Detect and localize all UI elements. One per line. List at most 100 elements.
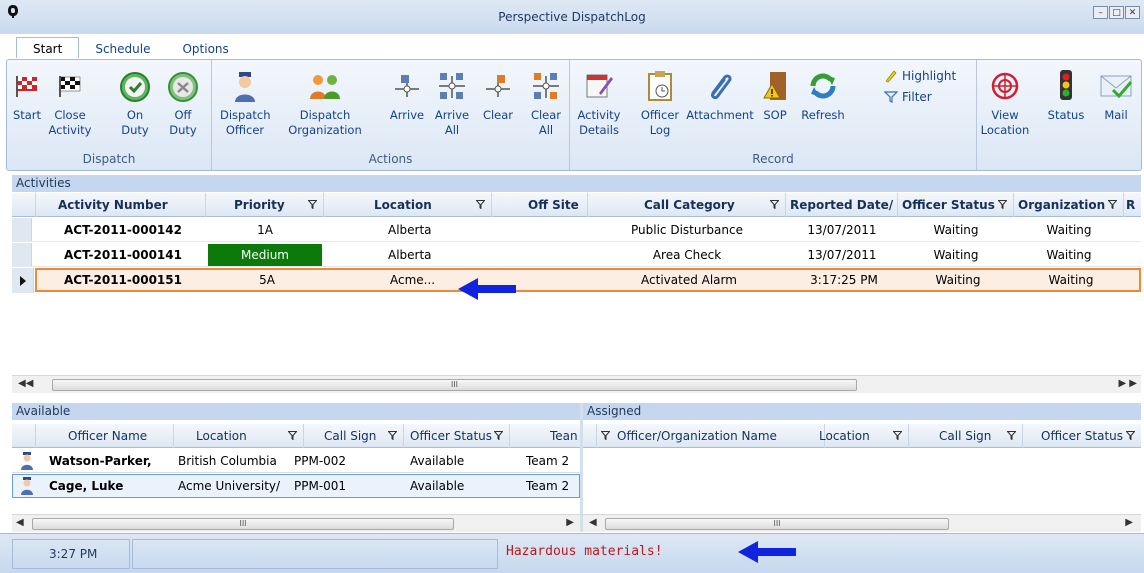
maximize-button[interactable]: □ — [1109, 6, 1124, 19]
arrive-all-icon — [432, 66, 472, 106]
col-location[interactable]: Location — [324, 193, 492, 217]
col-off-site[interactable]: Off Site — [492, 193, 588, 217]
attachment-button[interactable]: Attachment — [684, 66, 756, 123]
clear-icon — [478, 66, 518, 106]
on-duty-button[interactable]: On Duty — [117, 66, 153, 138]
activities-scroll-thumb[interactable]: III — [52, 379, 857, 391]
tab-schedule[interactable]: Schedule — [79, 40, 166, 58]
avail-location-filter-icon[interactable] — [288, 431, 297, 440]
highlighter-icon — [885, 70, 897, 83]
officer-log-label: Officer Log — [640, 108, 680, 137]
sop-button[interactable]: SOP — [758, 66, 792, 123]
title-bar: Perspective DispatchLog – □ ✕ — [0, 0, 1144, 34]
activities-hscroll[interactable]: ◀◀ III ▶ ▶ — [12, 375, 1141, 393]
activity-row[interactable]: ACT-2011-000142 1A Alberta Public Distur… — [12, 218, 1141, 242]
panel-splitter[interactable] — [580, 403, 583, 532]
col-avail-officer-status[interactable]: Officer Status — [404, 424, 510, 448]
col-activity-number[interactable]: Activity Number — [36, 193, 206, 217]
record-group-label: Record — [752, 152, 794, 166]
col-assigned-location[interactable]: Location — [793, 424, 909, 448]
row-selector-header — [12, 193, 36, 217]
scroll-left-icon[interactable]: ◀ — [16, 517, 24, 528]
col-call-category[interactable]: Call Category — [588, 193, 786, 217]
assigned-call-sign-filter-icon[interactable] — [1007, 431, 1016, 440]
organization-filter-icon[interactable] — [1108, 200, 1117, 209]
col-officer-org-name[interactable]: Officer/Organization Name — [597, 424, 825, 448]
scroll-left-icon[interactable]: ◀ — [589, 517, 597, 528]
status-button[interactable]: Status — [1041, 66, 1091, 123]
avail-status-filter-icon[interactable] — [494, 431, 503, 440]
officer-status: Waiting — [935, 273, 981, 287]
row-selector-current[interactable] — [12, 268, 34, 293]
mail-button[interactable]: Mail — [1095, 66, 1137, 123]
col-team[interactable]: Tean — [510, 424, 580, 448]
scroll-last-icon[interactable]: ▶ ▶ — [1118, 378, 1137, 389]
actions-group: Dispatch Officer Dispatch Organization A… — [212, 60, 570, 170]
assigned-hscroll[interactable]: ◀ III ▶ — [583, 514, 1141, 532]
officer-row-selected[interactable]: Cage, Luke Acme University/ PPM-001 Avai… — [12, 474, 580, 498]
col-assigned-location-label: Location — [819, 429, 870, 443]
refresh-icon — [794, 66, 852, 106]
col-assigned-officer-status[interactable]: Officer Status — [1023, 424, 1141, 448]
assigned-status-filter-icon[interactable] — [1126, 431, 1135, 440]
available-scroll-thumb[interactable]: III — [32, 518, 454, 530]
clear-all-label: Clear All — [530, 108, 562, 137]
call-sign-filter-icon[interactable] — [388, 431, 397, 440]
clear-all-button[interactable]: Clear All — [526, 66, 566, 138]
name-filter-icon[interactable] — [601, 431, 610, 440]
arrive-all-label: Arrive All — [434, 108, 470, 137]
col-assigned-call-sign[interactable]: Call Sign — [909, 424, 1023, 448]
clock-green-icon — [117, 66, 153, 106]
officer-status: Waiting — [933, 248, 979, 262]
officer-status-filter-icon[interactable] — [998, 200, 1007, 209]
activity-row-selected[interactable]: ACT-2011-000151 5A Acme... Activated Ala… — [35, 268, 1141, 292]
dispatch-officer-button[interactable]: Dispatch Officer — [220, 66, 271, 138]
activity-details-button[interactable]: Activity Details — [576, 66, 622, 138]
col-call-sign[interactable]: Call Sign — [304, 424, 404, 448]
col-avail-location[interactable]: Location — [174, 424, 304, 448]
minimize-button[interactable]: – — [1093, 6, 1108, 19]
scroll-right-icon[interactable]: ▶ — [1125, 517, 1133, 528]
row-selector[interactable] — [12, 218, 32, 241]
available-section-header: Available — [12, 403, 580, 420]
start-button[interactable]: Start — [11, 66, 43, 123]
col-organization[interactable]: Organization — [1014, 193, 1124, 217]
col-officer-status[interactable]: Officer Status — [898, 193, 1014, 217]
filter-button[interactable]: Filter — [884, 90, 932, 104]
available-hscroll[interactable]: ◀ III ▶ — [12, 514, 580, 532]
col-officer-name[interactable]: Officer Name — [36, 424, 174, 448]
view-location-button[interactable]: View Location — [979, 66, 1031, 138]
highlight-button[interactable]: Highlight — [884, 69, 956, 83]
arrive-all-button[interactable]: Arrive All — [432, 66, 472, 138]
off-duty-button[interactable]: Off Duty — [163, 66, 203, 138]
priority-filter-icon[interactable] — [308, 200, 317, 209]
assigned-grid-header: Officer/Organization Name Location Call … — [583, 424, 1141, 448]
close-activity-button[interactable]: Close Activity — [47, 66, 93, 138]
activity-number: ACT-2011-000151 — [64, 273, 182, 287]
scroll-right-icon[interactable]: ▶ — [566, 517, 574, 528]
tab-start[interactable]: Start — [16, 37, 80, 58]
officer-log-button[interactable]: Officer Log — [640, 66, 680, 138]
row-selector[interactable] — [12, 243, 32, 266]
location-filter-icon[interactable] — [476, 200, 485, 209]
dispatch-organization-button[interactable]: Dispatch Organization — [284, 66, 366, 138]
scroll-first-icon[interactable]: ◀◀ — [18, 378, 33, 389]
col-priority[interactable]: Priority — [206, 193, 324, 217]
call-category-filter-icon[interactable] — [770, 200, 779, 209]
close-button[interactable]: ✕ — [1125, 6, 1140, 19]
officer-row[interactable]: Watson-Parker, British Columbia PPM-002 … — [12, 449, 580, 473]
arrive-button[interactable]: Arrive — [387, 66, 427, 123]
assigned-scroll-thumb[interactable]: III — [605, 518, 949, 530]
assigned-section-header: Assigned — [583, 403, 1141, 420]
pointer-arrow-icon — [738, 541, 796, 563]
row-selector-header — [12, 424, 36, 448]
activity-row[interactable]: ACT-2011-000141 Medium Alberta Area Chec… — [12, 243, 1141, 267]
col-officer-status-label: Officer Status — [902, 198, 995, 212]
refresh-button[interactable]: Refresh — [794, 66, 852, 123]
dispatch-group: Start Close Activity On Duty Off Duty Di… — [7, 60, 212, 170]
col-reported-date[interactable]: Reported Date/ — [786, 193, 898, 217]
tab-options[interactable]: Options — [166, 40, 244, 58]
clear-button[interactable]: Clear — [478, 66, 518, 123]
assigned-location-filter-icon[interactable] — [893, 431, 902, 440]
col-r[interactable]: R — [1124, 193, 1141, 217]
